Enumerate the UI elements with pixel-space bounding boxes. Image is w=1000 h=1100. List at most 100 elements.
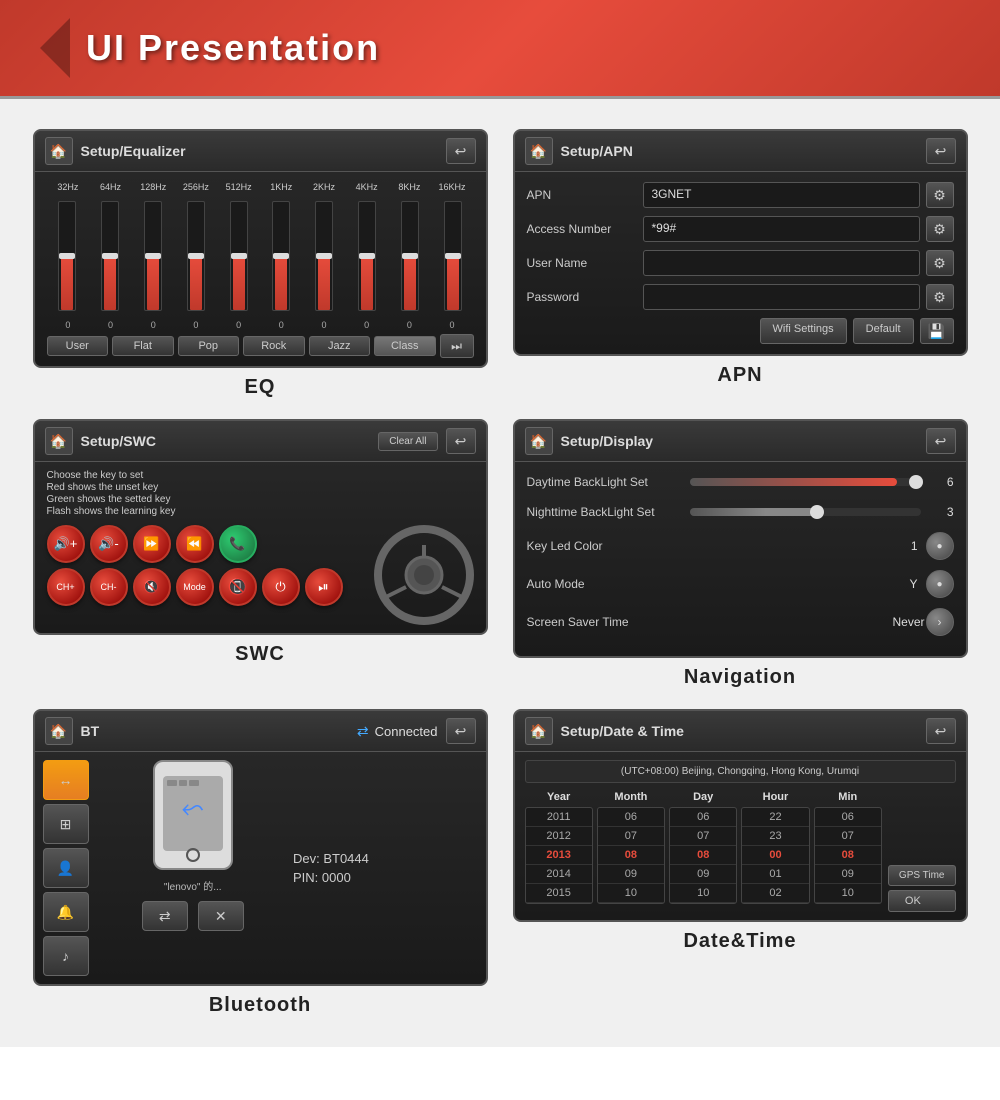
apn-input-1[interactable]: *99# <box>643 216 920 242</box>
bt-sidebar-btn-3[interactable]: 🔔 <box>43 892 89 932</box>
bt-sidebar-btn-4[interactable]: ♪ <box>43 936 89 976</box>
eq-preset-user[interactable]: User <box>47 336 109 356</box>
dt-timezone: (UTC+08:00) Beijing, Chongqing, Hong Kon… <box>525 760 956 783</box>
display-back-button[interactable]: ↩ <box>926 428 956 454</box>
dt-col-values-month[interactable]: 06 07 08 09 10 <box>597 807 665 904</box>
apn-default-button[interactable]: Default <box>853 318 914 344</box>
swc-btn-vol-up[interactable]: 🔊+ <box>47 525 85 563</box>
swc-btn-ch-down[interactable]: CH- <box>90 568 128 606</box>
apn-gear-2[interactable]: ⚙ <box>926 250 954 276</box>
bt-symbol-icon: ⬿ <box>182 792 204 825</box>
dt-cell-year-2: 2013 <box>526 846 592 865</box>
bt-sidebar-btn-2[interactable]: 👤 <box>43 848 89 888</box>
swc-instr-2: Green shows the setted key <box>47 494 474 505</box>
bt-sidebar-btn-0[interactable]: ↔ <box>43 760 89 800</box>
eq-slider-8[interactable] <box>401 201 419 311</box>
dt-ok-button[interactable]: OK <box>888 890 956 912</box>
dt-col-header-month: Month <box>614 791 647 803</box>
eq-freq-256: 256Hz <box>176 182 216 192</box>
display-arrow-4[interactable]: › <box>926 608 954 636</box>
swc-btn-vol-down[interactable]: 🔊- <box>90 525 128 563</box>
display-home-icon[interactable]: 🏠 <box>525 427 553 455</box>
dt-col-values-day[interactable]: 06 07 08 09 10 <box>669 807 737 904</box>
dt-col-values-hour[interactable]: 22 23 00 01 02 <box>741 807 809 904</box>
eq-slider-2[interactable] <box>144 201 162 311</box>
dt-col-header-min: Min <box>838 791 857 803</box>
apn-input-3[interactable] <box>643 284 920 310</box>
dt-cell-day-4: 10 <box>670 884 736 903</box>
dt-columns: Year 2011 2012 2013 2014 2015 <box>525 791 882 904</box>
display-slider-0[interactable] <box>690 472 921 492</box>
apn-save-button[interactable]: 💾 <box>920 318 954 344</box>
eq-freq-128: 128Hz <box>133 182 173 192</box>
bt-pin-label: PIN: 0000 <box>293 870 478 885</box>
bt-label: Bluetooth <box>209 994 311 1017</box>
bt-connect-button[interactable]: ⇄ <box>142 901 188 931</box>
display-row-2: Key Led Color 1 ● <box>527 532 954 560</box>
apn-gear-0[interactable]: ⚙ <box>926 182 954 208</box>
swc-btn-call-accept[interactable]: 📞 <box>219 525 257 563</box>
bt-home-icon[interactable]: 🏠 <box>45 717 73 745</box>
display-slider-1[interactable] <box>690 502 921 522</box>
dt-gps-time-button[interactable]: GPS Time <box>888 865 956 886</box>
dt-col-values-min[interactable]: 06 07 08 09 10 <box>814 807 882 904</box>
eq-slider-9[interactable] <box>444 201 462 311</box>
apn-home-icon[interactable]: 🏠 <box>525 137 553 165</box>
swc-btn-prev[interactable]: ⏪ <box>176 525 214 563</box>
eq-slider-4[interactable] <box>230 201 248 311</box>
apn-label-0: APN <box>527 188 637 202</box>
swc-panel-title: Setup/SWC <box>81 433 371 449</box>
swc-btn-mute[interactable]: 🔇 <box>133 568 171 606</box>
dt-col-values-year[interactable]: 2011 2012 2013 2014 2015 <box>525 807 593 904</box>
dt-cell-day-0: 06 <box>670 808 736 827</box>
eq-preset-jazz[interactable]: Jazz <box>309 336 371 356</box>
apn-gear-1[interactable]: ⚙ <box>926 216 954 242</box>
eq-val-4: 0 <box>219 320 259 330</box>
dt-body: (UTC+08:00) Beijing, Chongqing, Hong Kon… <box>515 752 966 920</box>
display-toggle-2[interactable]: ● <box>926 532 954 560</box>
apn-wifi-settings-button[interactable]: Wifi Settings <box>760 318 847 344</box>
eq-preset-rock[interactable]: Rock <box>243 336 305 356</box>
bt-disconnect-button[interactable]: ✕ <box>198 901 244 931</box>
eq-values: 0 0 0 0 0 0 0 0 0 0 <box>47 320 474 330</box>
swc-home-icon[interactable]: 🏠 <box>45 427 73 455</box>
eq-preset-pop[interactable]: Pop <box>178 336 240 356</box>
eq-freq-512: 512Hz <box>219 182 259 192</box>
bt-back-button[interactable]: ↩ <box>446 718 476 744</box>
eq-slider-7[interactable] <box>358 201 376 311</box>
swc-btn-pause[interactable]: ⏯ <box>305 568 343 606</box>
display-toggle-3[interactable]: ● <box>926 570 954 598</box>
apn-input-0[interactable]: 3GNET <box>643 182 920 208</box>
apn-panel-header: 🏠 Setup/APN ↩ <box>515 131 966 172</box>
eq-slider-6[interactable] <box>315 201 333 311</box>
swc-btn-ch-up[interactable]: CH+ <box>47 568 85 606</box>
swc-btn-call-end[interactable]: 📵 <box>219 568 257 606</box>
eq-next-button[interactable]: ⏭ <box>440 334 474 358</box>
eq-home-icon[interactable]: 🏠 <box>45 137 73 165</box>
eq-back-button[interactable]: ↩ <box>446 138 476 164</box>
dt-back-button[interactable]: ↩ <box>926 718 956 744</box>
apn-label-2: User Name <box>527 256 637 270</box>
apn-row-3: Password ⚙ <box>527 284 954 310</box>
swc-clearall-button[interactable]: Clear All <box>378 432 437 451</box>
dt-home-icon[interactable]: 🏠 <box>525 717 553 745</box>
swc-btn-next[interactable]: ⏩ <box>133 525 171 563</box>
eq-slider-1[interactable] <box>101 201 119 311</box>
eq-preset-flat[interactable]: Flat <box>112 336 174 356</box>
swc-back-button[interactable]: ↩ <box>446 428 476 454</box>
eq-panel-header: 🏠 Setup/Equalizer ↩ <box>35 131 486 172</box>
apn-back-button[interactable]: ↩ <box>926 138 956 164</box>
eq-slider-5[interactable] <box>272 201 290 311</box>
display-value-0: 6 <box>929 475 954 489</box>
eq-preset-class[interactable]: Class <box>374 336 436 356</box>
eq-slider-0[interactable] <box>58 201 76 311</box>
swc-instr-0: Choose the key to set <box>47 470 474 481</box>
swc-btn-mode[interactable]: Mode <box>176 568 214 606</box>
swc-instr-3: Flash shows the learning key <box>47 506 474 517</box>
eq-slider-3[interactable] <box>187 201 205 311</box>
bt-sidebar-btn-1[interactable]: ⊞ <box>43 804 89 844</box>
swc-btn-power[interactable]: ⏻ <box>262 568 300 606</box>
dt-cell-hour-2: 00 <box>742 846 808 865</box>
apn-gear-3[interactable]: ⚙ <box>926 284 954 310</box>
apn-input-2[interactable] <box>643 250 920 276</box>
